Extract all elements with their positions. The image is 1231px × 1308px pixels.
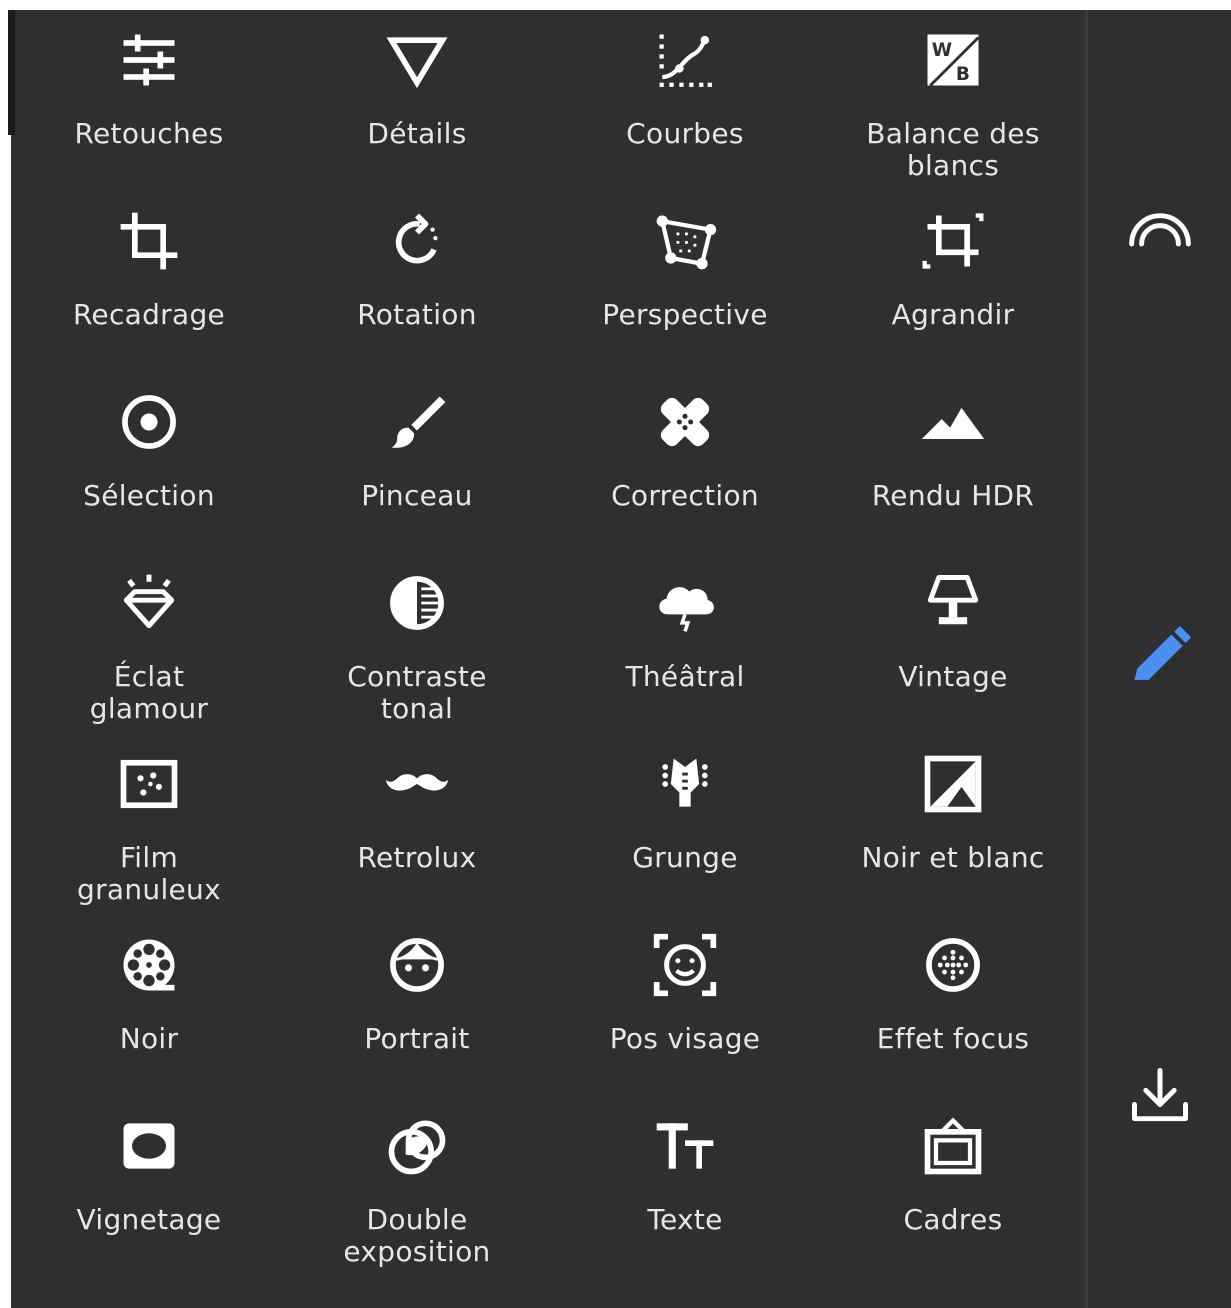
tool-label: Pos visage (609, 1022, 761, 1055)
frames-icon (917, 1110, 989, 1182)
tool-brush[interactable]: Pinceau (283, 382, 551, 563)
tool-label: Noir (119, 1022, 179, 1055)
text-icon (649, 1110, 721, 1182)
double-exposure-icon (381, 1110, 453, 1182)
svg-text:W: W (932, 40, 952, 61)
white-balance-icon: WB (917, 24, 989, 96)
tool-label: Perspective (602, 298, 768, 331)
tool-label: Vignetage (76, 1203, 222, 1236)
tool-retouches[interactable]: Retouches (15, 20, 283, 201)
vignette-icon (113, 1110, 185, 1182)
tool-label: Double exposition (343, 1203, 491, 1268)
tool-label: Correction (611, 479, 759, 512)
expand-icon (917, 205, 989, 277)
export-download-icon (1126, 1062, 1194, 1134)
tool-double-exposure[interactable]: Double exposition (283, 1106, 551, 1287)
face-pose-icon (649, 929, 721, 1001)
brush-icon (381, 386, 453, 458)
tool-selective[interactable]: Sélection (15, 382, 283, 563)
tool-noir[interactable]: Noir (15, 925, 283, 1106)
tonal-contrast-icon (381, 567, 453, 639)
tool-expand[interactable]: Agrandir (819, 201, 1087, 382)
looks-button[interactable] (1120, 189, 1200, 269)
drama-cloud-icon (649, 567, 721, 639)
tool-healing[interactable]: Correction (551, 382, 819, 563)
grunge-guitar-icon (649, 748, 721, 820)
tool-grainy-film[interactable]: Film granuleux (15, 744, 283, 925)
glamour-diamond-icon (113, 567, 185, 639)
edit-pencil-icon (1126, 626, 1194, 698)
tool-label: Noir et blanc (861, 841, 1045, 874)
perspective-icon (649, 205, 721, 277)
tool-perspective[interactable]: Perspective (551, 201, 819, 382)
lens-blur-icon (917, 929, 989, 1001)
tool-curves[interactable]: Courbes (551, 20, 819, 201)
tool-label: Rotation (357, 298, 477, 331)
tool-white-balance[interactable]: WB Balance des blancs (819, 20, 1087, 201)
tool-drama[interactable]: Théâtral (551, 563, 819, 744)
tool-text[interactable]: Texte (551, 1106, 819, 1287)
tool-grunge[interactable]: Grunge (551, 744, 819, 925)
tool-label: Détails (367, 117, 467, 150)
tool-black-white[interactable]: Noir et blanc (819, 744, 1087, 925)
tool-label: Grunge (632, 841, 738, 874)
tool-vignette[interactable]: Vignetage (15, 1106, 283, 1287)
tool-glamour[interactable]: Éclat glamour (15, 563, 283, 744)
rotate-icon (381, 205, 453, 277)
triangle-details-icon (381, 24, 453, 96)
looks-arc-icon (1126, 193, 1194, 265)
black-white-icon (917, 748, 989, 820)
tool-label: Contraste tonal (347, 660, 487, 725)
tool-rotate[interactable]: Rotation (283, 201, 551, 382)
tool-label: Théâtral (625, 660, 745, 693)
tool-label: Rendu HDR (871, 479, 1035, 512)
crop-icon (113, 205, 185, 277)
tool-label: Retouches (74, 117, 224, 150)
tool-label: Balance des blancs (866, 117, 1040, 182)
tool-label: Vintage (898, 660, 1008, 693)
selective-icon (113, 386, 185, 458)
grainy-film-icon (113, 748, 185, 820)
tool-label: Pinceau (361, 479, 473, 512)
tool-label: Éclat glamour (89, 660, 209, 725)
panel-edge (8, 10, 15, 135)
tool-crop[interactable]: Recadrage (15, 201, 283, 382)
mustache-icon (381, 748, 453, 820)
tool-label: Portrait (364, 1022, 470, 1055)
export-button[interactable] (1120, 1058, 1200, 1138)
tool-retrolux[interactable]: Retrolux (283, 744, 551, 925)
film-reel-icon (113, 929, 185, 1001)
tool-label: Agrandir (891, 298, 1015, 331)
tool-portrait[interactable]: Portrait (283, 925, 551, 1106)
tools-grid: Retouches Détails Courbes WB Balance des… (15, 20, 1087, 1287)
tool-label: Sélection (83, 479, 215, 512)
curves-icon (649, 24, 721, 96)
tool-lens-blur[interactable]: Effet focus (819, 925, 1087, 1106)
tune-sliders-icon (113, 24, 185, 96)
tool-vintage[interactable]: Vintage (819, 563, 1087, 744)
tool-details[interactable]: Détails (283, 20, 551, 201)
tool-label: Courbes (626, 117, 744, 150)
tool-frames[interactable]: Cadres (819, 1106, 1087, 1287)
portrait-face-icon (381, 929, 453, 1001)
tool-label: Cadres (903, 1203, 1003, 1236)
healing-icon (649, 386, 721, 458)
svg-text:B: B (956, 64, 970, 85)
tool-face-pose[interactable]: Pos visage (551, 925, 819, 1106)
tool-label: Retrolux (357, 841, 477, 874)
tool-label: Film granuleux (77, 841, 221, 906)
tool-label: Recadrage (72, 298, 226, 331)
tool-label: Effet focus (876, 1022, 1030, 1055)
tool-tonal-contrast[interactable]: Contraste tonal (283, 563, 551, 744)
tool-hdr[interactable]: Rendu HDR (819, 382, 1087, 563)
tools-edit-button[interactable] (1120, 622, 1200, 702)
tool-label: Texte (647, 1203, 723, 1236)
hdr-mountain-icon (917, 386, 989, 458)
vintage-lamp-icon (917, 567, 989, 639)
